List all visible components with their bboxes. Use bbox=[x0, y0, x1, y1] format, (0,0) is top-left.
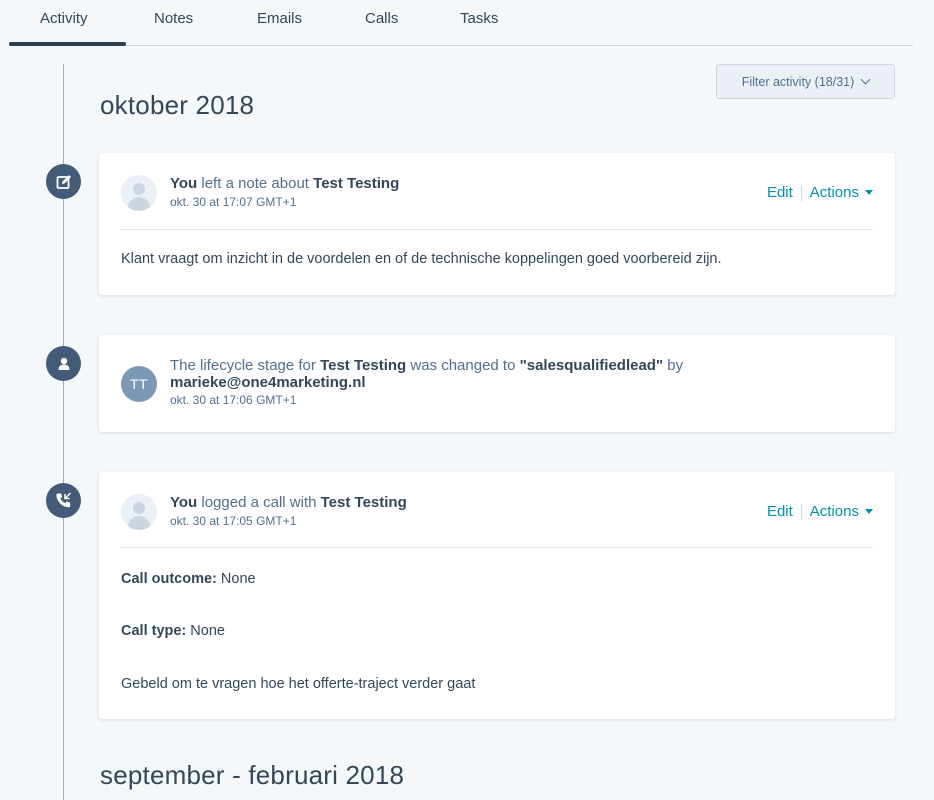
actions-dropdown[interactable]: Actions bbox=[810, 503, 859, 520]
actions-dropdown[interactable]: Actions bbox=[810, 184, 859, 201]
call-notes: Gebeld om te vragen hoe het offerte-traj… bbox=[121, 676, 476, 692]
edit-link[interactable]: Edit bbox=[767, 503, 793, 520]
activity-headline: The lifecycle stage for Test Testing was… bbox=[170, 357, 770, 391]
avatar: TT bbox=[121, 366, 157, 402]
changed-by-email: marieke@one4marketing.nl bbox=[170, 374, 366, 391]
call-activity-card: You logged a call with Test Testing okt.… bbox=[99, 472, 895, 719]
note-body: Klant vraagt om inzicht in de voordelen … bbox=[121, 251, 722, 267]
activity-verb: left a note about bbox=[197, 175, 314, 192]
text-part: was changed to bbox=[406, 357, 520, 374]
call-outcome-label: Call outcome: bbox=[121, 571, 217, 587]
card-actions: Edit Actions bbox=[767, 184, 873, 201]
chevron-down-icon bbox=[860, 74, 871, 85]
divider bbox=[121, 229, 873, 230]
avatar bbox=[121, 175, 157, 211]
call-outcome-value: None bbox=[216, 571, 256, 587]
call-icon bbox=[46, 483, 81, 518]
contact-icon bbox=[46, 346, 81, 381]
month-heading: oktober 2018 bbox=[100, 90, 255, 120]
activity-verb: logged a call with bbox=[197, 494, 321, 511]
filter-activity-button[interactable]: Filter activity (18/31) bbox=[716, 64, 895, 99]
contact-name: Test Testing bbox=[320, 494, 407, 511]
tab-notes[interactable]: Notes bbox=[154, 10, 193, 27]
note-edit-icon bbox=[46, 164, 81, 199]
call-type-label: Call type: bbox=[121, 623, 187, 639]
tab-tasks[interactable]: Tasks bbox=[460, 10, 498, 27]
card-actions: Edit Actions bbox=[767, 503, 873, 520]
separator bbox=[800, 184, 802, 201]
text-part: by bbox=[663, 357, 684, 374]
text-part: The lifecycle stage for bbox=[170, 357, 321, 374]
note-activity-card: You left a note about Test Testing okt. … bbox=[99, 153, 895, 295]
call-type: Call type: None bbox=[121, 623, 225, 639]
call-type-value: None bbox=[186, 623, 225, 639]
tab-activity[interactable]: Activity bbox=[9, 10, 125, 46]
divider bbox=[121, 547, 873, 548]
caret-down-icon bbox=[865, 190, 873, 195]
lifecycle-stage: "salesqualifiedlead" bbox=[519, 357, 664, 374]
actor-name: You bbox=[170, 494, 198, 511]
contact-name: Test Testing bbox=[313, 175, 400, 192]
activity-timestamp: okt. 30 at 17:06 GMT+1 bbox=[170, 393, 297, 407]
contact-name: Test Testing bbox=[320, 357, 407, 374]
activity-headline: You left a note about Test Testing bbox=[170, 175, 770, 192]
month-heading: september - februari 2018 bbox=[100, 760, 405, 790]
actor-name: You bbox=[170, 175, 198, 192]
tab-calls[interactable]: Calls bbox=[365, 10, 398, 27]
lifecycle-activity-card: TT The lifecycle stage for Test Testing … bbox=[99, 335, 895, 432]
edit-link[interactable]: Edit bbox=[767, 184, 793, 201]
separator bbox=[800, 503, 802, 520]
tab-emails[interactable]: Emails bbox=[257, 10, 302, 27]
activity-timestamp: okt. 30 at 17:05 GMT+1 bbox=[170, 514, 297, 528]
activity-timestamp: okt. 30 at 17:07 GMT+1 bbox=[170, 195, 297, 209]
activity-headline: You logged a call with Test Testing bbox=[170, 494, 770, 511]
caret-down-icon bbox=[865, 509, 873, 514]
filter-activity-label: Filter activity (18/31) bbox=[741, 74, 855, 89]
activity-tabs: Activity Notes Emails Calls Tasks bbox=[9, 0, 913, 46]
avatar bbox=[121, 494, 157, 530]
call-outcome: Call outcome: None bbox=[121, 571, 256, 587]
